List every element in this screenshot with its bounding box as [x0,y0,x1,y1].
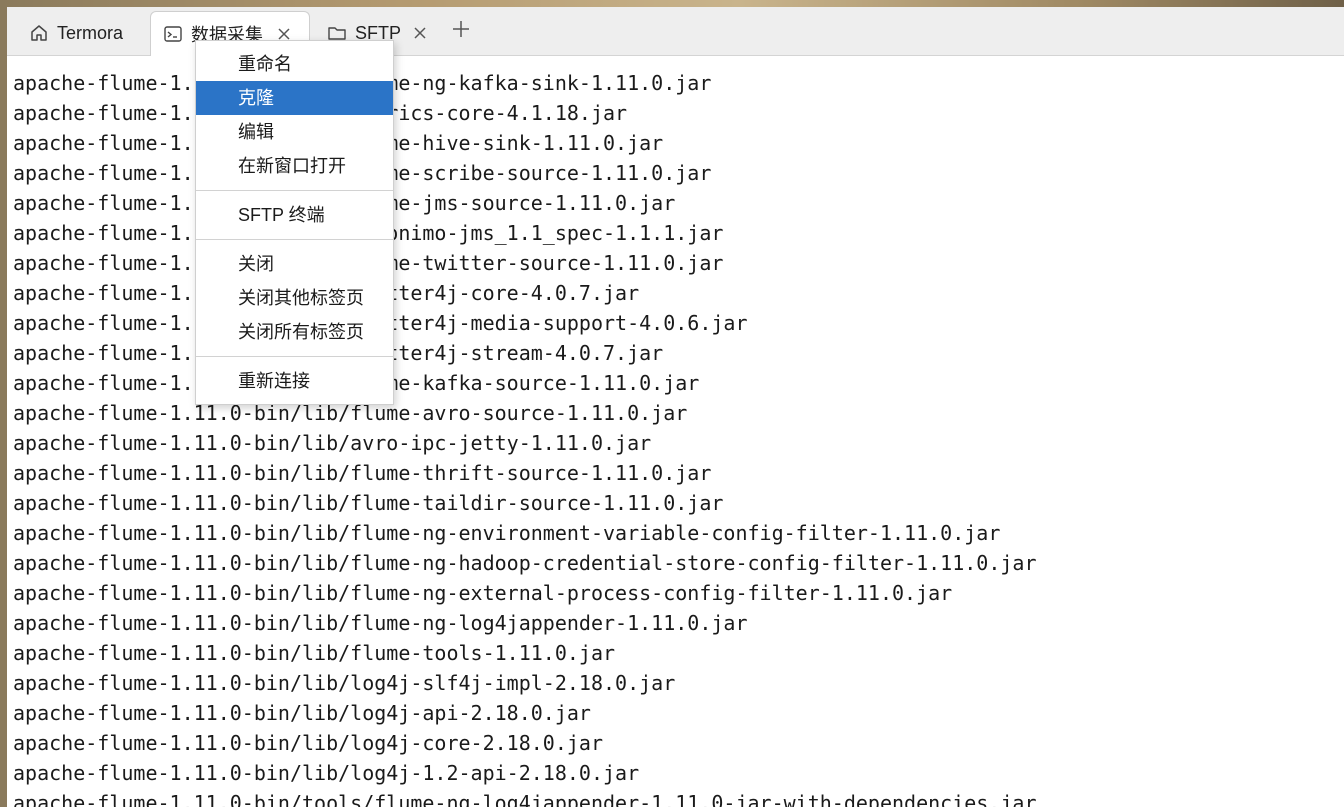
terminal-line: apache-flume-1.11.0-bin/lib/flume-ng-env… [13,521,1001,545]
menu-divider [196,239,393,240]
terminal-line: apache-flume-1.11.0-bin/lib/flume-taildi… [13,491,724,515]
home-icon [29,23,49,43]
terminal-line: apache-flume-1.11.0-bin/lib/log4j-1.2-ap… [13,761,640,785]
terminal-line: apache-flume-1.11.0-bin/lib/flume-ng-had… [13,551,1037,575]
plus-icon [451,19,471,44]
menu-divider [196,356,393,357]
menu-item-close[interactable]: 关闭 [196,247,393,281]
tab-termora[interactable]: Termora [17,11,153,55]
add-tab-button[interactable] [449,19,473,43]
terminal-line: apache-flume-1.11.0-bin/lib/flume-ng-log… [13,611,748,635]
menu-item-rename[interactable]: 重命名 [196,47,393,81]
terminal-line: apache-flume-1.11.0-bin/lib/flume-tools-… [13,641,616,665]
terminal-line: apache-flume-1.11.0-bin/tools/flume-ng-l… [13,791,1037,807]
terminal-icon [163,24,183,44]
menu-item-edit[interactable]: 编辑 [196,115,393,149]
terminal-line: apache-flume-1.11.0-bin/lib/log4j-api-2.… [13,701,591,725]
menu-item-close-all[interactable]: 关闭所有标签页 [196,315,393,349]
menu-item-sftp-terminal[interactable]: SFTP 终端 [196,198,393,232]
tab-label: Termora [57,22,124,43]
menu-item-clone[interactable]: 克隆 [196,81,393,115]
terminal-line: apache-flume-1.11.0-bin/lib/log4j-core-2… [13,731,604,755]
menu-item-open-new-window[interactable]: 在新窗口打开 [196,149,393,183]
menu-divider [196,190,393,191]
terminal-line: apache-flume-1.11.0-bin/lib/avro-ipc-jet… [13,431,652,455]
menu-item-close-others[interactable]: 关闭其他标签页 [196,281,393,315]
terminal-line: apache-flume-1.11.0-bin/lib/flume-thrift… [13,461,712,485]
terminal-line: apache-flume-1.11.0-bin/lib/log4j-slf4j-… [13,671,676,695]
menu-item-reconnect[interactable]: 重新连接 [196,364,393,398]
close-icon[interactable] [413,24,427,42]
tab-context-menu: 重命名 克隆 编辑 在新窗口打开 SFTP 终端 关闭 关闭其他标签页 关闭所有… [195,40,394,405]
terminal-line: apache-flume-1.11.0-bin/lib/flume-ng-ext… [13,581,953,605]
